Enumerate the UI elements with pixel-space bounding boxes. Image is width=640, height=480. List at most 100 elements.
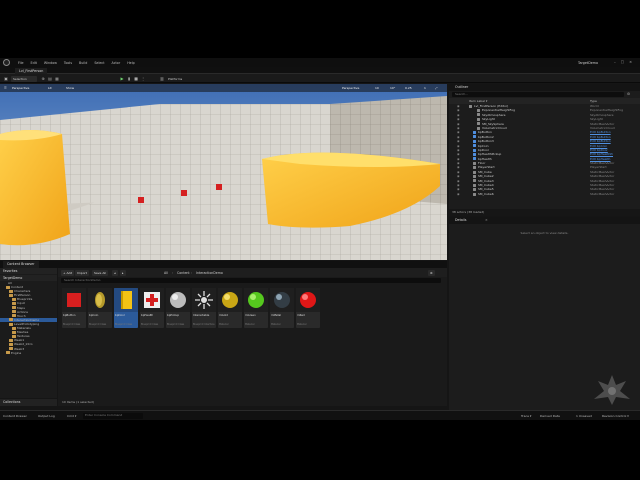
outliner-search-row: Search... ⚙ — [449, 91, 640, 98]
actor-icon — [473, 152, 476, 156]
viewport-menu-icon[interactable]: ☰ — [4, 86, 7, 90]
filter-icon[interactable]: ⚙ — [627, 92, 630, 96]
actor-icon — [473, 139, 476, 143]
content-drawer-button[interactable]: Content Drawer — [3, 414, 27, 418]
output-log-button[interactable]: Output Log — [38, 414, 55, 418]
actor-icon — [477, 126, 480, 130]
platforms-dropdown[interactable]: Platforms — [166, 76, 184, 82]
outliner-row[interactable]: ◉ SM_Cube6 StaticMeshActor — [449, 192, 640, 196]
maximize-viewport-icon[interactable]: ⤢ — [435, 86, 437, 90]
visibility-eye-icon[interactable]: ◉ — [457, 192, 460, 196]
save-all-button[interactable]: Save All — [92, 269, 109, 276]
asset-type: Blueprint Class — [115, 323, 133, 326]
selection-mode-dropdown[interactable]: Selection Mode — [11, 75, 37, 87]
menu-build[interactable]: Build — [79, 61, 87, 65]
grid-snap-value[interactable]: 10 — [375, 86, 379, 90]
asset-tile[interactable]: mGreen Material — [244, 288, 268, 328]
level-viewport[interactable]: ☰ Perspective Lit Show Perspective 10 10… — [0, 84, 447, 260]
back-button[interactable]: ◂ — [112, 269, 118, 276]
asset-tile[interactable]: bpButton Blueprint Class — [62, 288, 86, 328]
asset-tile[interactable]: mRed Material — [296, 288, 320, 328]
favorites-section[interactable]: Favorites — [0, 268, 57, 274]
level-tab-strip: Lvl_FirstPerson — [0, 67, 640, 74]
viewport-scene — [0, 84, 447, 260]
unreal-logo-icon[interactable] — [3, 59, 10, 66]
revision-control-dropdown[interactable]: Revision Control ▾ — [602, 414, 629, 418]
asset-type: Blueprint Class — [63, 323, 81, 326]
outliner-search-input[interactable]: Search... — [452, 92, 624, 97]
close-button[interactable]: × — [629, 60, 632, 64]
save-icon[interactable]: ▣ — [3, 76, 9, 82]
add-button[interactable]: + Add — [61, 269, 75, 276]
actor-icon — [477, 117, 480, 121]
step-icon[interactable]: ▮ — [126, 76, 132, 82]
add-actor-icon[interactable]: ⊕ — [40, 76, 46, 82]
camera-speed-value[interactable]: 1 — [424, 86, 426, 90]
asset-tile[interactable]: bpCoin Blueprint Class — [88, 288, 112, 328]
folder-tree-item[interactable]: Engine — [0, 351, 57, 355]
details-close-button[interactable]: × — [485, 217, 488, 224]
breadcrumb-separator: › — [172, 270, 174, 275]
actor-icon — [473, 188, 476, 192]
breadcrumb-all[interactable]: All — [164, 271, 168, 275]
maximize-button[interactable]: □ — [621, 60, 624, 64]
breadcrumb-interactiondemo[interactable]: InteractionDemo — [196, 271, 223, 275]
outliner-header[interactable]: Outliner — [449, 84, 640, 91]
asset-type: Blueprint Class — [167, 323, 185, 326]
asset-tile[interactable]: bpDoor Blueprint Class — [114, 288, 138, 328]
cmd-dropdown[interactable]: Cmd ▾ — [67, 414, 76, 418]
asset-name: mRed — [297, 313, 305, 317]
menu-help[interactable]: Help — [127, 61, 135, 65]
minimize-button[interactable]: – — [614, 60, 616, 64]
folder-tree: All Content Characters FirstPerson Blueprint… — [0, 281, 57, 355]
menu-edit[interactable]: Edit — [31, 61, 37, 65]
perspective-button[interactable]: Perspective — [12, 86, 29, 90]
details-header[interactable]: Details — [449, 217, 640, 224]
import-button[interactable]: Import — [75, 269, 89, 276]
actor-icon — [477, 109, 480, 113]
menu-file[interactable]: File — [18, 61, 24, 65]
asset-tile[interactable]: mMetal Material — [270, 288, 294, 328]
lit-button[interactable]: Lit — [48, 86, 52, 90]
sphere-green-icon — [244, 288, 268, 312]
asset-tile[interactable]: bpPickup Blueprint Class — [166, 288, 190, 328]
console-command-input[interactable]: Enter Console Command — [83, 413, 143, 419]
forward-button[interactable]: ▸ — [120, 269, 126, 276]
actor-icon — [469, 104, 472, 108]
settings-icon[interactable]: ⚙ — [428, 269, 435, 276]
scale-snap-value[interactable]: 0.25 — [405, 86, 412, 90]
menu-select[interactable]: Select — [94, 61, 104, 65]
door-icon — [114, 288, 138, 312]
asset-tile[interactable]: bpHealth Blueprint Class — [140, 288, 164, 328]
content-browser-sidebar: Favorites TargetDemo All Content Character… — [0, 268, 57, 398]
play-options-icon[interactable]: ⋮ — [140, 76, 146, 82]
sphere-dark-icon — [270, 288, 294, 312]
sequence-icon[interactable]: ▦ — [54, 76, 60, 82]
trace-dropdown[interactable]: Trace ▾ — [521, 414, 531, 418]
view-mode-right[interactable]: Perspective — [342, 86, 359, 90]
menu-bar: File Edit Window Tools Build Select Acto… — [18, 61, 135, 65]
menu-actor[interactable]: Actor — [112, 61, 121, 65]
coin-icon — [88, 288, 112, 312]
content-browser-tab[interactable]: Content Browser — [3, 261, 39, 268]
breadcrumb-content[interactable]: Content — [177, 271, 190, 275]
asset-type: Material — [245, 323, 255, 326]
menu-window[interactable]: Window — [44, 61, 57, 65]
unsaved-button[interactable]: 1 Unsaved — [576, 414, 592, 418]
actor-icon — [473, 170, 476, 174]
outliner-panel: Outliner Search... ⚙ Item Label ▾ Type ◉… — [449, 84, 640, 216]
menu-tools[interactable]: Tools — [64, 61, 72, 65]
content-browser-main: + Add Import Save All ◂ ▸ All › Content … — [58, 268, 447, 406]
stop-icon[interactable]: ■ — [133, 76, 139, 82]
collections-section[interactable]: Collections — [0, 399, 57, 406]
blueprint-icon[interactable]: ▤ — [47, 76, 53, 82]
derived-data-button[interactable]: Derived Data — [540, 414, 560, 418]
angle-snap-value[interactable]: 10° — [390, 86, 395, 90]
asset-tile[interactable]: mGold Material — [218, 288, 242, 328]
play-icon[interactable]: ▶ — [119, 76, 125, 82]
status-bar: Content Drawer Output Log Cmd ▾ Enter Co… — [0, 410, 640, 420]
platforms-icon[interactable]: ▥ — [159, 76, 165, 82]
content-search-input[interactable]: Search InteractionDemo — [61, 278, 441, 283]
asset-tile[interactable]: Interactable Blueprint Interface — [192, 288, 216, 328]
show-button[interactable]: Show — [66, 86, 74, 90]
